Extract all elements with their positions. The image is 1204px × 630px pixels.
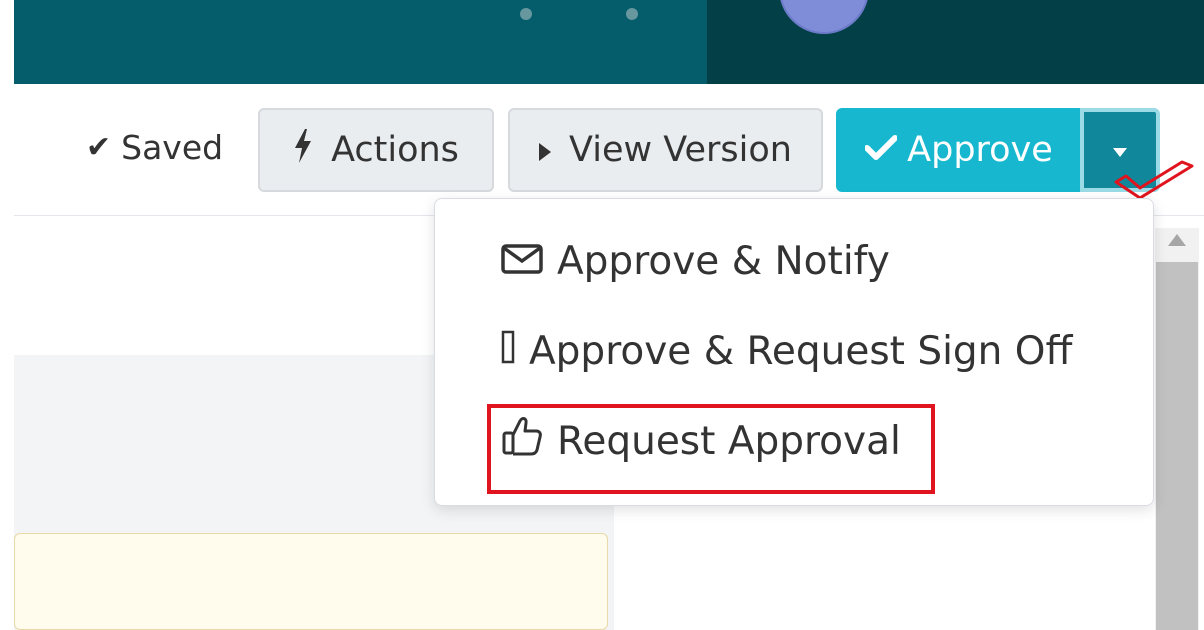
check-icon: ✔ [86,130,112,165]
check-icon [864,130,899,170]
header-indicator-dot [626,8,638,20]
approve-dropdown-menu: Approve & Notify Approve & Request Sign … [434,198,1154,506]
caret-right-icon [539,130,552,170]
menu-item-label: Approve & Request Sign Off [529,329,1073,374]
view-version-button[interactable]: View Version [508,108,823,192]
top-header-bar [14,0,1204,84]
header-user-area [707,0,1204,84]
menu-item-approve-notify[interactable]: Approve & Notify [501,239,890,284]
menu-item-approve-request-sign-off[interactable]: Approve & Request Sign Off [501,329,1072,374]
actions-label: Actions [331,130,459,170]
note-box [14,533,608,630]
missing-glyph-icon [501,329,515,374]
saved-label: Saved [121,128,224,167]
menu-item-label: Approve & Notify [557,239,890,284]
view-version-label: View Version [569,130,792,170]
actions-button[interactable]: Actions [258,108,494,192]
highlight-box [487,404,935,494]
saved-status: ✔ Saved [86,128,223,167]
envelope-icon [501,239,543,284]
scroll-up-arrow-icon[interactable] [1168,234,1186,246]
approve-label: Approve [907,130,1053,170]
scrollbar-thumb[interactable] [1156,262,1198,630]
lightning-icon [293,128,313,172]
header-indicator-dot [520,8,532,20]
approve-button[interactable]: Approve [836,108,1082,192]
